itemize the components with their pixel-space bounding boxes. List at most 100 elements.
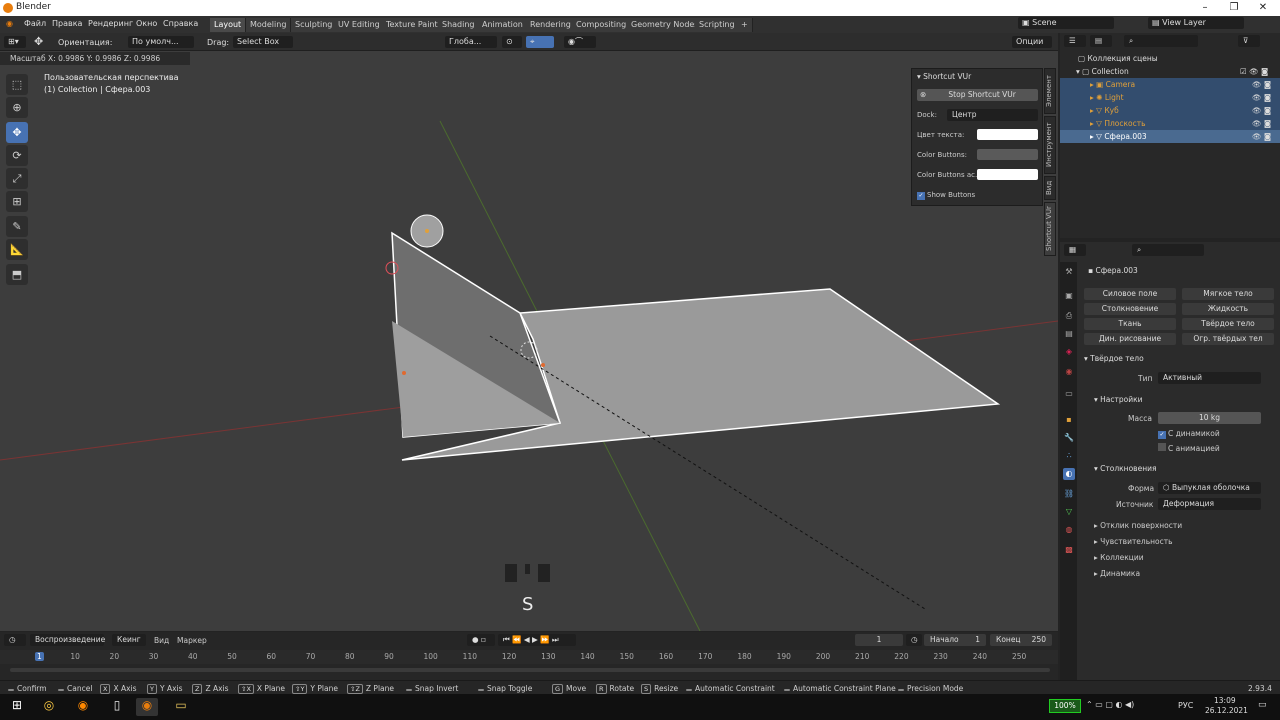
marker-menu[interactable]: Маркер [177,636,207,645]
playback-dropdown[interactable]: Воспроизведение [30,634,105,646]
annotate-tool-icon[interactable]: ✎ [6,216,28,237]
physics-properties-icon[interactable]: ◐ [1063,468,1075,480]
clock-date[interactable]: 26.12.2021 [1205,706,1248,715]
proportional-edit-icon[interactable]: ◉⌒ [564,36,596,48]
transform-tool-icon[interactable]: ⊞ [6,191,28,212]
view-layer-properties-icon[interactable]: ▤ [1063,328,1075,340]
cursor-tool-icon[interactable]: ⊕ [6,97,28,118]
tab-rendering[interactable]: Rendering [526,18,576,32]
transform-orientation-dropdown[interactable]: Глоба... [445,36,497,48]
add-cube-tool-icon[interactable]: ⬒ [6,264,28,285]
dynamics-section[interactable]: ▸ Динамика [1094,569,1140,578]
world-properties-icon[interactable]: ◉ [1063,366,1075,378]
rigid-body-button[interactable]: Твёрдое тело [1182,318,1274,330]
next-keyframe-icon[interactable]: ⏩ [540,635,552,644]
force-field-button[interactable]: Силовое поле [1084,288,1176,300]
dynamic-checkbox[interactable]: ✓ С динамикой [1158,429,1220,439]
menu-file[interactable]: Файл [24,19,46,28]
prev-keyframe-icon[interactable]: ⏪ [512,635,524,644]
blender-menu-icon[interactable]: ◉ [6,19,13,28]
tab-animation[interactable]: Animation [478,18,528,32]
file-icon[interactable]: ▯ [106,698,128,716]
windows-start-icon[interactable]: ⊞ [6,698,28,716]
folder-icon[interactable]: ▭ [170,698,192,716]
snap-toggle-icon[interactable]: ⌖ [526,36,554,48]
texture-properties-icon[interactable]: ▩ [1063,544,1075,556]
panel-title[interactable]: ▾ Shortcut VUr [917,72,971,81]
select-box-tool-icon[interactable]: ⬚ [6,74,28,95]
menu-render[interactable]: Рендеринг [88,19,133,28]
play-reverse-icon[interactable]: ◀ [524,635,532,644]
frame-ruler[interactable]: 1 10 20 30 40 50 60 70 80 90 100 110 120 130 140 150 160… [0,650,1058,664]
constraint-properties-icon[interactable]: ⛓ [1063,488,1075,500]
show-buttons-checkbox[interactable]: ✓ Show Buttons [917,191,975,200]
tab-item[interactable]: Элемент [1044,68,1056,114]
properties-search-input[interactable]: ⌕ [1132,244,1204,256]
rigid-body-section[interactable]: ▾ Твёрдое тело [1084,354,1144,363]
particles-properties-icon[interactable]: ∴ [1063,450,1075,462]
data-properties-icon[interactable]: ▽ [1063,506,1075,518]
visibility-eye-icon[interactable]: 👁 ◙ [1252,104,1271,117]
menu-edit[interactable]: Правка [52,19,82,28]
end-frame-field[interactable]: Конец 250 [990,634,1052,646]
tab-modeling[interactable]: Modeling [246,18,292,32]
render-properties-icon[interactable]: ▣ [1063,290,1075,302]
outliner-item-sphere[interactable]: ▸ ▽ Сфера.003 👁 ◙ [1060,130,1280,143]
transform-pivot-icon[interactable]: ✥ [34,35,43,48]
tab-shortcut-vur[interactable]: Shortcut VUr [1044,202,1056,256]
outliner-item-cube[interactable]: ▸ ▽ Куб 👁 ◙ [1060,104,1280,117]
sensitivity-section[interactable]: ▸ Чувствительность [1094,537,1173,546]
rotate-tool-icon[interactable]: ⟳ [6,145,28,166]
options-dropdown[interactable]: Опции [1012,36,1052,48]
collection-row[interactable]: ▾ ▢ Collection ☑ 👁 ◙ [1060,65,1280,78]
tab-compositing[interactable]: Compositing [572,18,632,32]
language-indicator[interactable]: РУС [1178,701,1193,710]
notification-icon[interactable]: ▭ [1258,700,1267,710]
scale-tool-icon[interactable]: ⤢ [6,168,28,189]
3d-viewport[interactable]: Пользовательская перспектива (1) Collect… [0,51,1058,631]
view-layer-selector[interactable]: ▤ View Layer [1148,17,1244,29]
measure-tool-icon[interactable]: 📐 [6,239,28,260]
start-frame-field[interactable]: Начало 1 [924,634,986,646]
timeline-editor-icon[interactable]: ◷ [4,634,26,646]
collision-button[interactable]: Столкновение [1084,303,1176,315]
stop-shortcut-button[interactable]: ⊗ Stop Shortcut VUr [917,89,1038,101]
shape-dropdown[interactable]: ⬡ Выпуклая оболочка [1158,482,1261,494]
clock-time[interactable]: 13:09 [1214,696,1236,705]
firefox-icon[interactable]: ◉ [72,698,94,716]
tray-icons[interactable]: ⌃ ▭ ▢ ◐ ◀) [1086,700,1134,709]
pivot-point-icon[interactable]: ⊙ [502,36,522,48]
maximize-button[interactable]: ❐ [1219,1,1249,15]
add-workspace-button[interactable]: + [737,18,753,32]
object-properties-icon[interactable]: ▪ [1063,414,1075,426]
drag-dropdown[interactable]: Select Box [233,36,293,48]
play-icon[interactable]: ▶ [532,635,540,644]
display-mode-icon[interactable]: ▤ [1090,35,1112,47]
source-dropdown[interactable]: Деформация [1158,498,1261,510]
surface-response-section[interactable]: ▸ Отклик поверхности [1094,521,1182,530]
tab-shading[interactable]: Shading [438,18,480,32]
view-menu[interactable]: Вид [154,636,169,645]
current-frame-field[interactable]: 1 [855,634,903,646]
jump-start-icon[interactable]: ⏮ [503,635,512,644]
color-buttons-swatch[interactable] [977,149,1038,160]
tab-geometry-nodes[interactable]: Geometry Nodes [627,18,704,32]
playback-controls[interactable]: ⏮ ⏪ ◀ ▶ ⏩ ⏭ [498,634,576,646]
battery-indicator[interactable]: 100% [1049,699,1081,713]
minimize-button[interactable]: – [1190,1,1220,15]
output-properties-icon[interactable]: ⎙ [1063,310,1075,322]
type-dropdown[interactable]: Активный [1158,372,1261,384]
tab-layout[interactable]: Layout [210,18,247,32]
tab-tool[interactable]: Инструмент [1044,116,1056,174]
visibility-eye-icon[interactable]: ☑ 👁 ◙ [1240,65,1268,78]
menu-help[interactable]: Справка [163,19,198,28]
filter-icon[interactable]: ⊽ [1238,35,1260,47]
scene-selector[interactable]: ▣ Scene [1018,17,1114,29]
move-tool-icon[interactable]: ✥ [6,122,28,143]
dynamic-paint-button[interactable]: Дин. рисование [1084,333,1176,345]
fluid-button[interactable]: Жидкость [1182,303,1274,315]
material-properties-icon[interactable]: ◍ [1063,524,1075,536]
scene-collection-row[interactable]: ▢ Коллекция сцены [1060,52,1280,65]
modifier-properties-icon[interactable]: 🔧 [1063,432,1075,444]
dock-dropdown[interactable]: Центр [947,109,1038,121]
